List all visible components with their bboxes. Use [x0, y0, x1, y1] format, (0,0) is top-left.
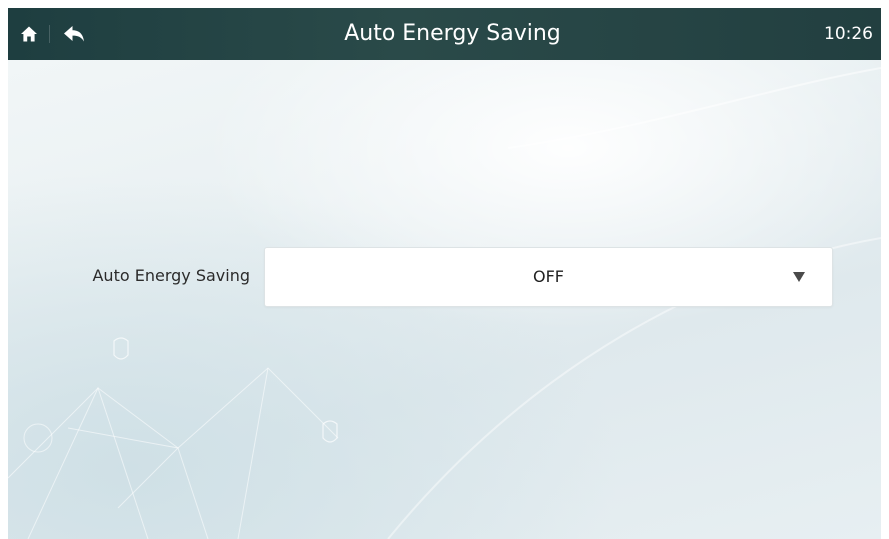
back-button[interactable] — [56, 8, 92, 60]
back-arrow-icon — [64, 26, 84, 42]
app-screen: Auto Energy Saving 10:26 Auto Energy Sav… — [8, 8, 881, 539]
auto-energy-saving-dropdown[interactable]: OFF — [264, 247, 833, 307]
title-bar-divider — [49, 25, 50, 43]
clock-time: 10:26 — [824, 24, 873, 44]
home-icon — [21, 26, 37, 42]
dropdown-selected-value: OFF — [533, 267, 564, 286]
page-title: Auto Energy Saving — [344, 21, 561, 46]
home-button[interactable] — [12, 8, 46, 60]
title-bar: Auto Energy Saving 10:26 — [8, 8, 881, 60]
caret-down-icon — [793, 272, 805, 282]
auto-energy-saving-label: Auto Energy Saving — [92, 266, 250, 285]
